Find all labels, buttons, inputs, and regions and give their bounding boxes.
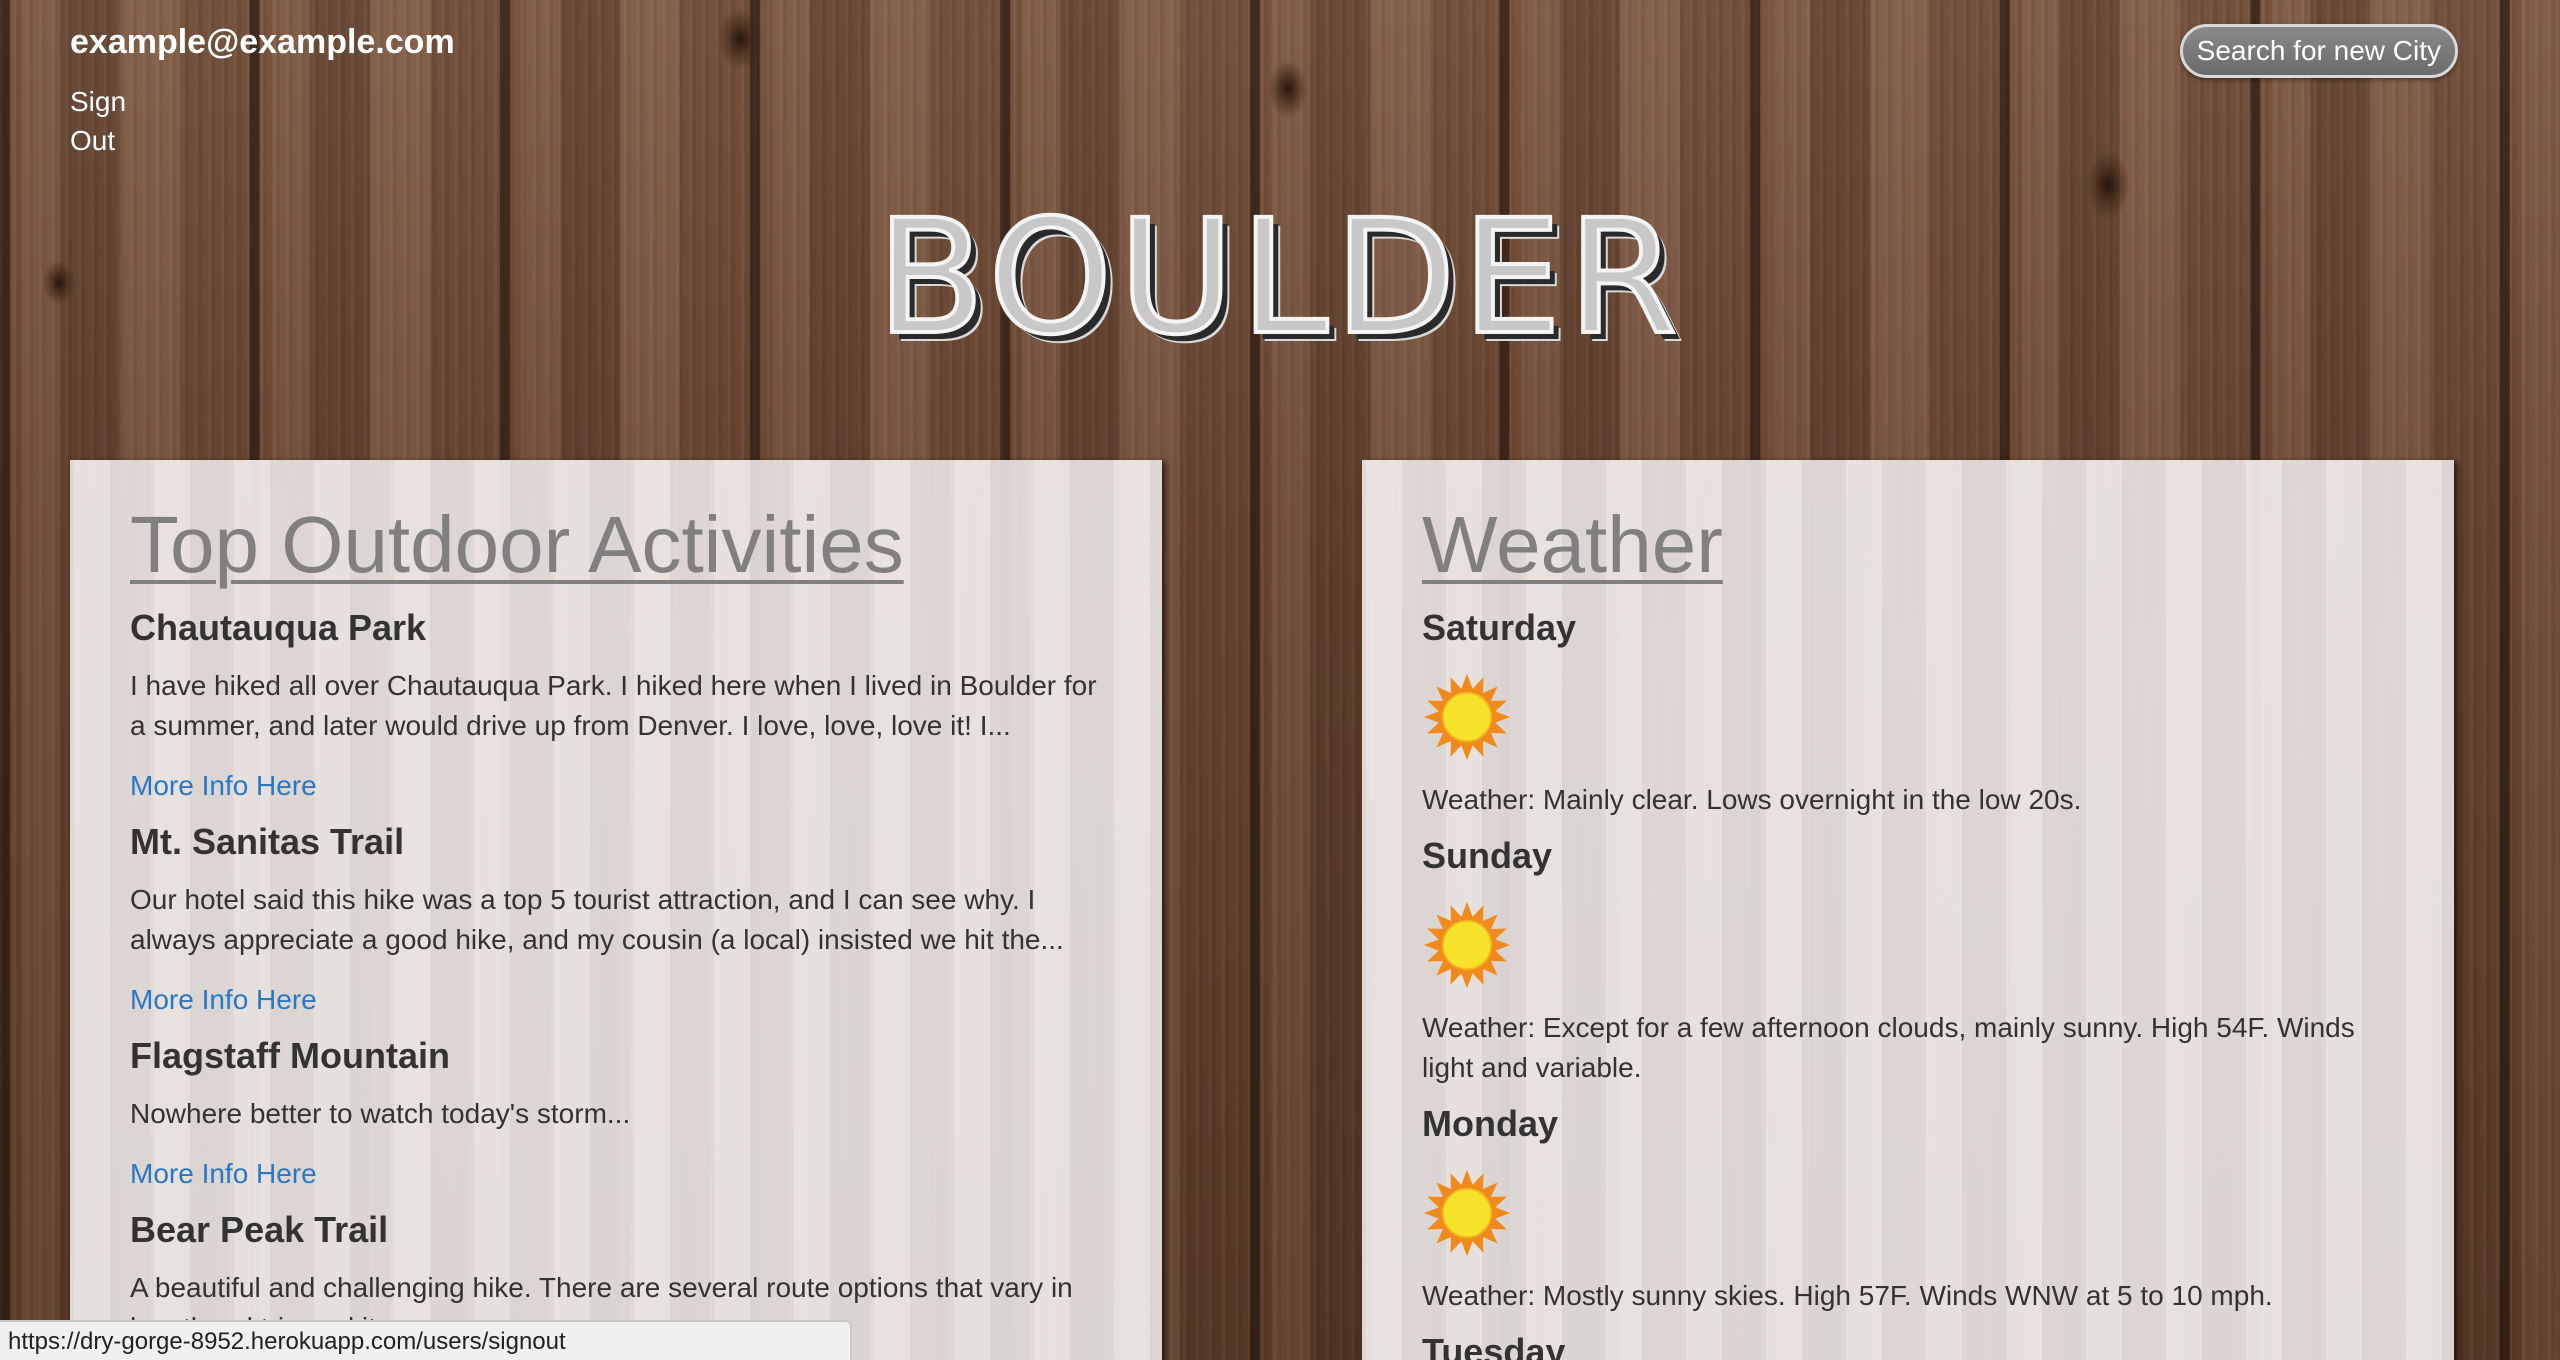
sun-icon [1423, 1169, 1511, 1257]
activity-description: Nowhere better to watch today's storm... [130, 1098, 631, 1129]
activity-title: Chautauqua Park [130, 607, 427, 648]
status-bar-url: https://dry-gorge-8952.herokuapp.com/use… [0, 1320, 852, 1360]
weather-panel: Weather Saturday Weather: Mainly clear. … [1362, 460, 2454, 1360]
more-info-link[interactable]: More Info Here [130, 980, 1102, 1020]
more-info-link[interactable]: More Info Here [130, 766, 1102, 806]
forecast-day-name: Sunday [1422, 835, 1553, 876]
wood-knot [718, 8, 762, 70]
sign-out-link[interactable]: Sign Out [70, 82, 140, 160]
sun-icon [1423, 673, 1511, 761]
user-menu: example@example.com Sign Out [70, 20, 455, 160]
forecast-day: Tuesday [1422, 1330, 2394, 1360]
activity-item: Flagstaff Mountain Nowhere better to wat… [130, 1034, 1102, 1194]
search-new-city-button[interactable]: Search for new City [2179, 24, 2458, 78]
activities-heading: Top Outdoor Activities [130, 500, 904, 589]
forecast-description: Weather: Mostly sunny skies. High 57F. W… [1422, 1280, 2273, 1311]
forecast-day-name: Saturday [1422, 607, 1577, 648]
weather-heading: Weather [1422, 500, 1723, 589]
forecast-description: Weather: Except for a few afternoon clou… [1422, 1012, 2355, 1083]
user-email: example@example.com [70, 23, 455, 61]
forecast-day: Saturday Weather: Mainly clear. Lows ove… [1422, 606, 2394, 820]
forecast-day-name: Monday [1422, 1103, 1559, 1144]
activity-title: Bear Peak Trail [130, 1209, 389, 1250]
forecast-day-name: Tuesday [1422, 1331, 1566, 1360]
activity-title: Mt. Sanitas Trail [130, 821, 405, 862]
forecast-description: Weather: Mainly clear. Lows overnight in… [1422, 784, 2082, 815]
wood-knot [1268, 60, 1308, 118]
activity-description: Our hotel said this hike was a top 5 tou… [130, 884, 1064, 955]
activity-item: Mt. Sanitas Trail Our hotel said this hi… [130, 820, 1102, 1020]
activity-description: I have hiked all over Chautauqua Park. I… [130, 670, 1097, 741]
forecast-day: Sunday Weather: Except for a few afterno… [1422, 834, 2394, 1088]
activity-item: Chautauqua Park I have hiked all over Ch… [130, 606, 1102, 806]
forecast-day: Monday Weather: Mostly sunny skies. High… [1422, 1102, 2394, 1316]
city-title: BOULDER [875, 186, 1684, 370]
activity-title: Flagstaff Mountain [130, 1035, 450, 1076]
activities-panel: Top Outdoor Activities Chautauqua Park I… [70, 460, 1162, 1360]
sun-icon [1423, 901, 1511, 989]
more-info-link[interactable]: More Info Here [130, 1154, 1102, 1194]
